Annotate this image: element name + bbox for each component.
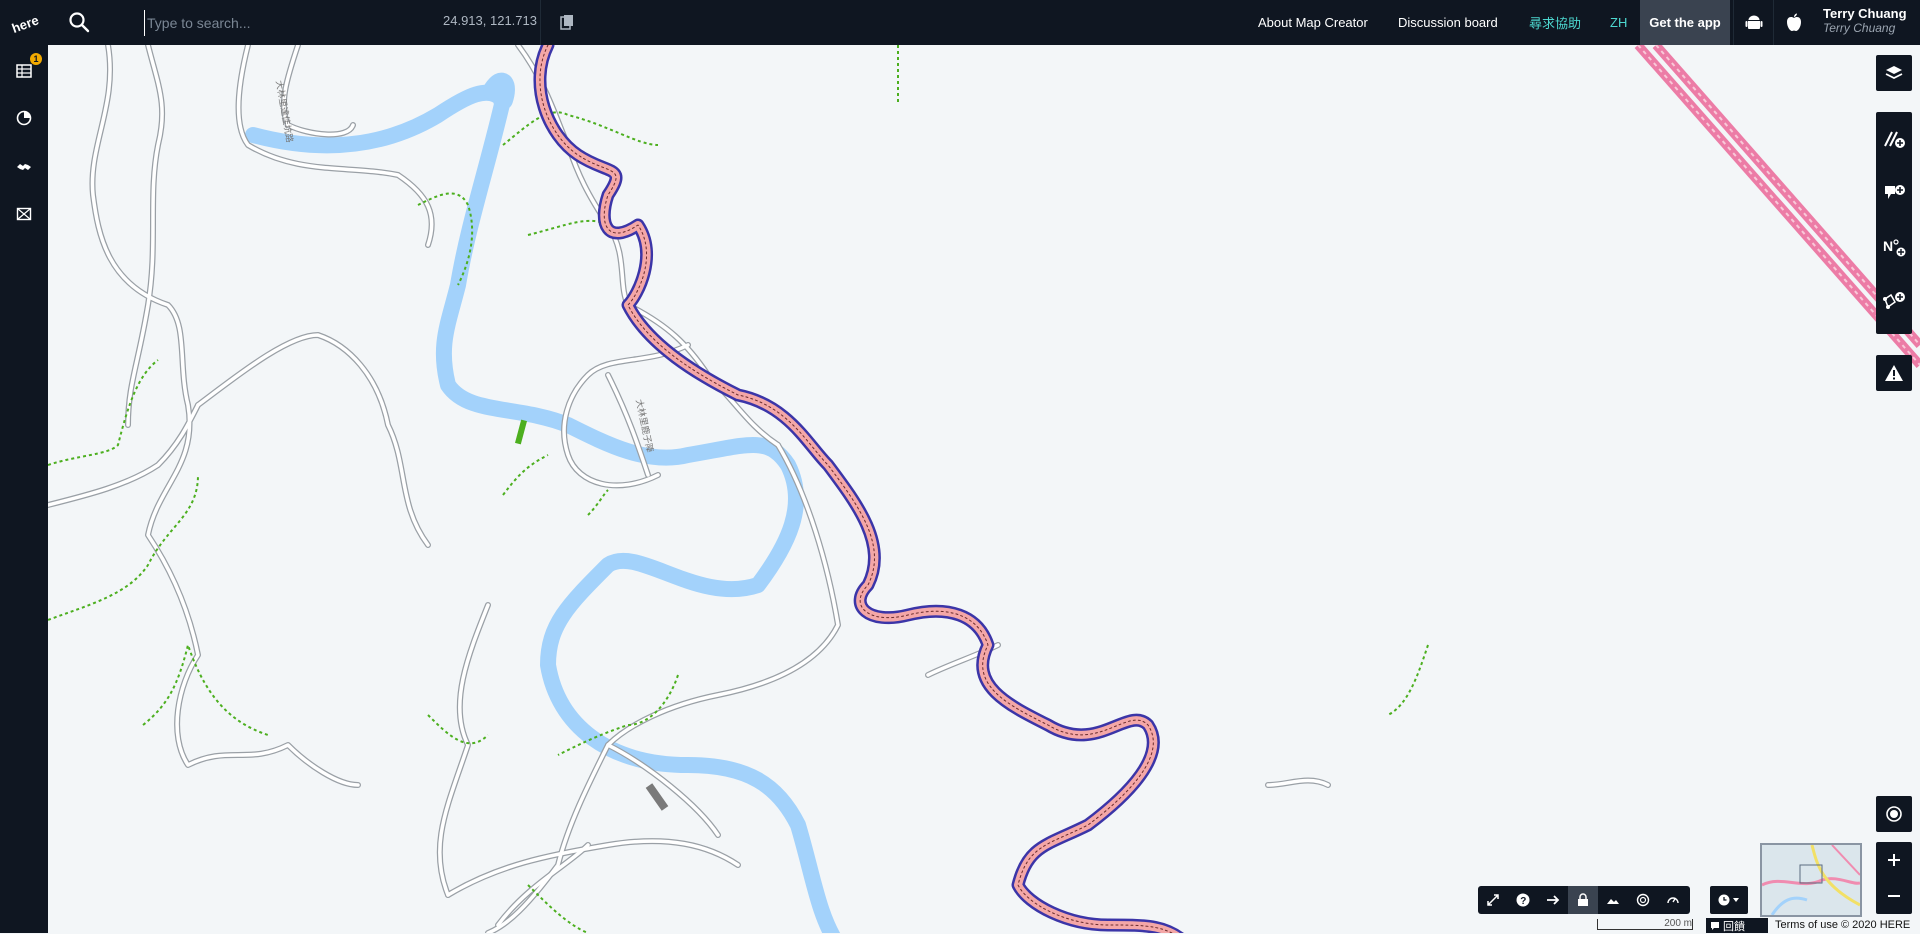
- trail-bridge-marker: [514, 419, 528, 445]
- add-area-icon: [1883, 292, 1905, 309]
- layers-icon: [1885, 66, 1903, 80]
- map-grid-icon: [16, 207, 32, 221]
- apple-icon: [1787, 13, 1801, 31]
- notifications-button[interactable]: 1: [12, 53, 42, 83]
- minimap[interactable]: [1760, 843, 1862, 917]
- nav-help[interactable]: 尋求協助: [1529, 0, 1581, 45]
- user-display-name: Terry Chuang: [1823, 21, 1896, 35]
- plus-icon: [1888, 854, 1900, 866]
- add-address-icon: N: [1883, 238, 1906, 257]
- zoom-in-button[interactable]: [1876, 842, 1912, 878]
- feedback-label: 回饋: [1723, 920, 1745, 933]
- target-icon: [1886, 806, 1902, 822]
- circle-target-icon: [1636, 893, 1650, 907]
- add-place-button[interactable]: [1876, 166, 1912, 220]
- map-view-button[interactable]: [12, 202, 36, 226]
- minus-icon: [1888, 895, 1900, 897]
- add-road-icon: [1884, 131, 1905, 148]
- lock-tool[interactable]: [1568, 886, 1598, 914]
- search-bar: 24.913, 121.713: [48, 0, 573, 45]
- zoom-controls: [1876, 842, 1912, 914]
- help-tool[interactable]: ?: [1508, 886, 1538, 914]
- left-sidebar: 1: [0, 45, 48, 933]
- help-link[interactable]: 尋求協助: [1529, 13, 1581, 32]
- user-name: Terry Chuang: [1823, 6, 1907, 21]
- handshake-icon: [17, 164, 31, 170]
- map-layer[interactable]: 大林里達佳坑路 大林里鹿子陣: [48, 45, 1920, 933]
- add-place-icon: [1885, 185, 1905, 199]
- time-filter-dropdown[interactable]: [1710, 886, 1748, 914]
- add-address-button[interactable]: N: [1876, 220, 1912, 274]
- discussion-link[interactable]: Discussion board: [1398, 15, 1498, 30]
- speed-limit-tool[interactable]: [1658, 886, 1688, 914]
- community-button[interactable]: [12, 155, 36, 179]
- search-icon[interactable]: [68, 11, 90, 33]
- get-app-button[interactable]: Get the app: [1640, 0, 1730, 45]
- scale-label: 200 m: [1664, 918, 1692, 929]
- editing-toolbar: N: [1876, 112, 1912, 334]
- notification-badge: 1: [30, 53, 42, 65]
- svg-text:here: here: [10, 12, 39, 34]
- add-road-button[interactable]: [1876, 112, 1912, 166]
- user-menu[interactable]: Terry Chuang Terry Chuang: [1823, 6, 1907, 36]
- nav-about[interactable]: About Map Creator: [1258, 0, 1368, 45]
- bridge-marker: [645, 783, 669, 811]
- add-area-button[interactable]: [1876, 274, 1912, 328]
- zoom-out-button[interactable]: [1876, 878, 1912, 914]
- here-logo-icon: here: [10, 12, 39, 34]
- apple-button[interactable]: [1773, 0, 1814, 45]
- map-tools-toolbar: ?: [1478, 886, 1690, 914]
- feedback-button[interactable]: 回饋: [1706, 918, 1768, 933]
- local-roads-fill: [48, 45, 1330, 933]
- measure-icon: [1487, 894, 1499, 906]
- android-button[interactable]: [1733, 0, 1774, 45]
- language-link[interactable]: ZH: [1610, 15, 1627, 30]
- directions-tool[interactable]: [1538, 886, 1568, 914]
- warning-icon: [1885, 365, 1903, 381]
- about-link[interactable]: About Map Creator: [1258, 15, 1368, 30]
- copy-icon[interactable]: [560, 14, 574, 30]
- measure-tool[interactable]: [1478, 886, 1508, 914]
- speedometer-icon: [1667, 897, 1679, 904]
- terms-of-use[interactable]: Terms of use © 2020 HERE: [1775, 918, 1910, 933]
- minimap-view: [1762, 845, 1860, 915]
- nav-discussion[interactable]: Discussion board: [1398, 0, 1498, 45]
- here-logo[interactable]: here: [0, 0, 48, 45]
- svg-text:N: N: [1883, 238, 1893, 254]
- feedback-icon: [1711, 921, 1719, 930]
- search-input[interactable]: [144, 10, 409, 36]
- grid-list-icon: [16, 64, 32, 78]
- top-bar: here 24.913, 121.713 About Map Creator D…: [0, 0, 1920, 45]
- trail-layer: [48, 45, 1429, 933]
- river-layer: [245, 72, 841, 933]
- nav-language[interactable]: ZH: [1610, 0, 1627, 45]
- speed-camera-tool[interactable]: [1628, 886, 1658, 914]
- clock-dropdown-icon: [1718, 894, 1739, 906]
- report-issue-button[interactable]: [1876, 355, 1912, 391]
- arrow-right-icon: [1547, 895, 1560, 905]
- selected-road[interactable]: [533, 45, 1188, 933]
- get-app-label: Get the app: [1649, 15, 1721, 30]
- stats-button[interactable]: [12, 106, 36, 130]
- map-canvas[interactable]: 大林里達佳坑路 大林里鹿子陣: [48, 45, 1920, 933]
- android-icon: [1745, 15, 1763, 29]
- locate-me-button[interactable]: [1876, 796, 1912, 832]
- terrain-icon: [1607, 899, 1619, 904]
- lock-icon: [1578, 893, 1588, 906]
- pie-chart-icon: [16, 110, 32, 126]
- layers-button[interactable]: [1876, 55, 1912, 91]
- coordinates-readout: 24.913, 121.713: [443, 13, 537, 28]
- help-icon: ?: [1516, 893, 1530, 907]
- terrain-tool[interactable]: [1598, 886, 1628, 914]
- svg-text:?: ?: [1520, 896, 1526, 907]
- terms-label: Terms of use © 2020 HERE: [1775, 919, 1911, 931]
- scale-bar: 200 m: [1597, 919, 1693, 930]
